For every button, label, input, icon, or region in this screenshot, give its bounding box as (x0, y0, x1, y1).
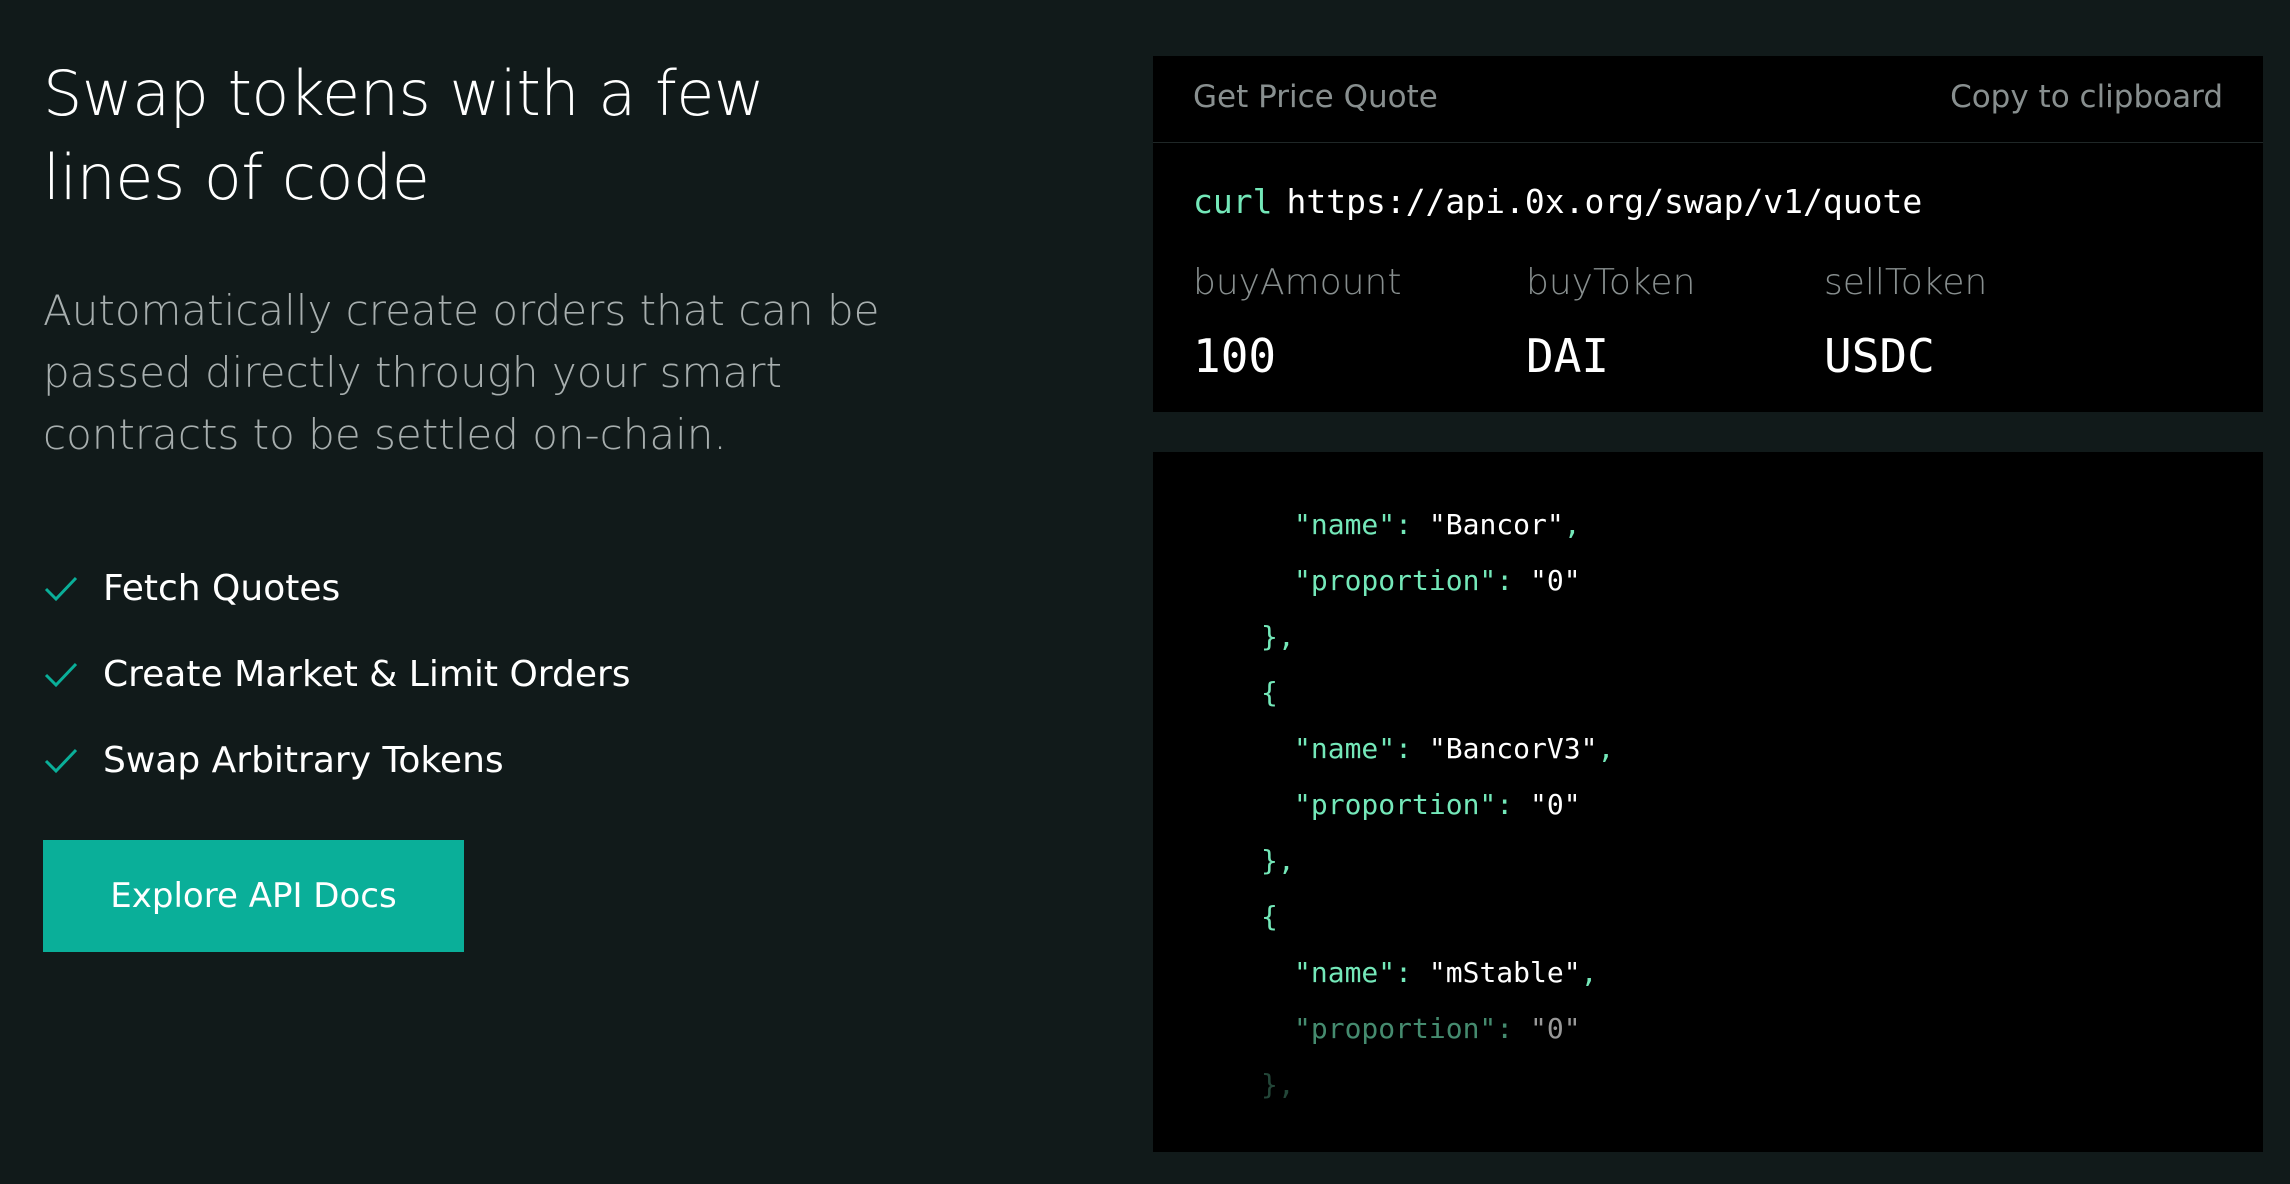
code-line: "proportion": "0" (1294, 788, 1581, 821)
param-value: USDC (1824, 329, 1935, 383)
price-quote-card: Get Price Quote Copy to clipboard curl ht… (1153, 56, 2263, 412)
param-value: DAI (1526, 329, 1610, 383)
param-buy-token[interactable]: buyToken DAI (1526, 262, 1695, 383)
quote-card-title: Get Price Quote (1193, 79, 1438, 115)
param-sell-token[interactable]: sellToken USDC (1824, 262, 1987, 383)
code-line: "proportion": "0" (1294, 564, 1581, 597)
feature-item: Create Market & Limit Orders (43, 631, 943, 717)
check-icon (44, 662, 78, 688)
feature-list: Fetch Quotes Create Market & Limit Order… (43, 545, 943, 803)
code-line: { (1261, 900, 1278, 933)
code-line: "name": "Bancor", (1294, 508, 1581, 541)
feature-label: Fetch Quotes (103, 567, 341, 609)
feature-label: Swap Arbitrary Tokens (103, 739, 504, 781)
code-line: "proportion": "0" (1294, 1012, 1581, 1045)
code-line: }, (1261, 620, 1295, 653)
code-line: { (1261, 676, 1278, 709)
param-value: 100 (1193, 329, 1277, 383)
response-code-panel[interactable]: "name": "Bancor", "proportion": "0" }, {… (1153, 452, 2263, 1152)
param-label: sellToken (1824, 262, 1988, 303)
quote-card-header: Get Price Quote Copy to clipboard (1153, 56, 2263, 143)
hero-description: Automatically create orders that can be … (43, 286, 880, 459)
code-line: }, (1261, 1068, 1295, 1101)
curl-keyword: curl (1193, 182, 1273, 221)
curl-command[interactable]: curl https://api.0x.org/swap/v1/quote (1193, 182, 1922, 221)
feature-item: Swap Arbitrary Tokens (43, 717, 943, 803)
feature-item: Fetch Quotes (43, 545, 943, 631)
param-buy-amount[interactable]: buyAmount 100 (1193, 262, 1401, 383)
check-icon (44, 748, 78, 774)
copy-to-clipboard-button[interactable]: Copy to clipboard (1950, 79, 2223, 115)
code-line: }, (1261, 844, 1295, 877)
param-label: buyAmount (1193, 262, 1402, 303)
page-headline: Swap tokens with a few lines of code (43, 57, 765, 214)
code-line: "name": "mStable", (1294, 956, 1598, 989)
api-url: https://api.0x.org/swap/v1/quote (1286, 182, 1923, 221)
explore-api-docs-button[interactable]: Explore API Docs (43, 840, 464, 952)
code-line: "name": "BancorV3", (1294, 732, 1615, 765)
feature-label: Create Market & Limit Orders (103, 653, 631, 695)
check-icon (44, 576, 78, 602)
param-label: buyToken (1526, 262, 1696, 303)
